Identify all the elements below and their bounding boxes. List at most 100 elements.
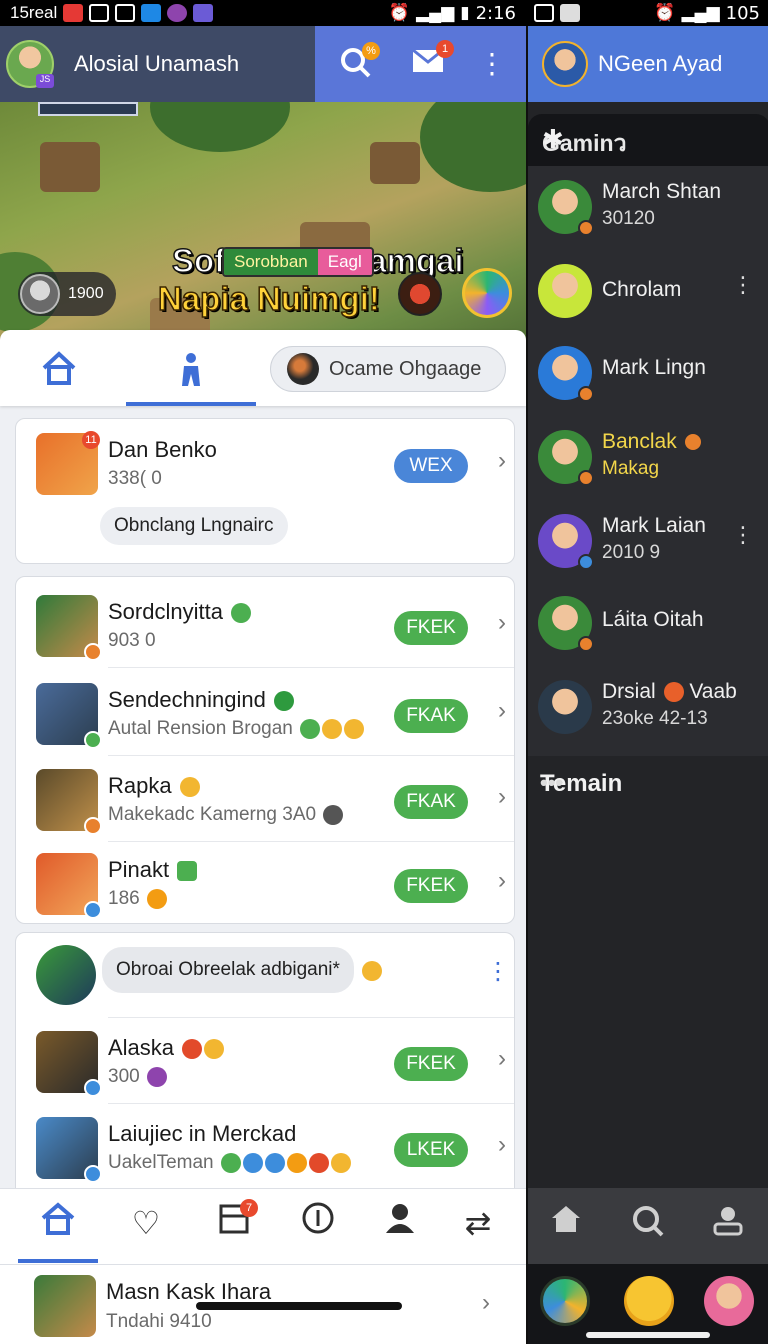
avatar	[36, 683, 102, 749]
avatar	[34, 1275, 96, 1337]
user-block[interactable]: JS Alosial Unamash	[0, 26, 315, 102]
avatar[interactable]	[704, 1276, 754, 1326]
avatar	[538, 346, 594, 402]
emote-button[interactable]	[398, 272, 442, 316]
game-banner[interactable]: Sofile ik Rlalamgai Napia Nuimgi! Sorobb…	[0, 102, 526, 356]
side-nav	[528, 1188, 768, 1264]
side-dock	[528, 1264, 768, 1344]
score-chip[interactable]: 1900	[18, 272, 116, 316]
player-meta: 903 0	[108, 630, 156, 651]
profile-icon[interactable]	[708, 1204, 748, 1244]
player-name: Alaska	[108, 1035, 225, 1061]
friend-item[interactable]: Chrolam ⋮	[528, 250, 768, 334]
chevron-right-icon[interactable]: ›	[498, 609, 506, 637]
player-name: Pinakt	[108, 857, 198, 883]
list-item[interactable]: Laiujiec in Merckad UakelTeman LKEK ›	[16, 1103, 516, 1189]
notif-icon	[141, 4, 162, 22]
main-pane: JS Alosial Unamash % 1 ⋮ Sofile ik	[0, 26, 526, 1344]
fire-icon	[179, 777, 200, 798]
list-item[interactable]: Sendechningind Autal Rension Brogan FKAK…	[16, 669, 516, 755]
side-panel: NGeen Ayad Gaminว ✱ March Shtan 30120 Ch…	[526, 26, 768, 1344]
tab-home[interactable]	[40, 350, 78, 395]
friend-item[interactable]: Drsial Vaab 23oke 42-13	[528, 666, 768, 750]
action-button[interactable]: WEX	[394, 449, 468, 483]
app-root: 15real ⏰ ▂▄▆ ▮ 2:16 ⏰ ▂▄▆ 105 JS Alosial…	[0, 0, 768, 1344]
share-icon[interactable]: ⇄	[456, 1201, 500, 1245]
signal-icon: ▂▄▆	[681, 3, 720, 22]
player-name: Laiujiec in Merckad	[108, 1121, 297, 1146]
emoji-icon[interactable]	[624, 1276, 674, 1326]
more-icon[interactable]: ⋮	[474, 46, 510, 82]
action-button[interactable]: FKAK	[394, 785, 468, 819]
list-item[interactable]: Sordclnyitta 903 0 FKEK ›	[16, 581, 516, 667]
avatar[interactable]: JS	[6, 40, 54, 88]
list-item[interactable]: 11 Dan Benko 338( 0 WEX ›	[16, 419, 516, 505]
list-item[interactable]: Rapka Makekadc Kamerng 3A0 FKAK ›	[16, 755, 516, 841]
friend-item[interactable]: Mark Lingn	[528, 332, 768, 416]
friend-item[interactable]: Banclak Makag	[528, 416, 768, 500]
section-header: Gaminว ✱	[528, 114, 768, 166]
player-meta: Makekadc Kamerng 3A0	[108, 804, 344, 826]
list-item[interactable]: Pinakt 186 FKEK ›	[16, 839, 516, 925]
more-icon[interactable]: ⋮	[732, 522, 754, 548]
avatar	[538, 430, 594, 486]
friend-item[interactable]: Mark Laian 2010 9 ⋮	[528, 500, 768, 584]
profile-icon[interactable]	[378, 1201, 422, 1245]
friends-icon[interactable]: ♡	[124, 1201, 168, 1245]
mode-pill[interactable]: Sorobban Eagl	[222, 247, 374, 277]
friend-meta: 30120	[602, 208, 655, 229]
player-meta: UakelTeman	[108, 1152, 351, 1174]
notif-icon	[115, 4, 136, 22]
home-icon[interactable]	[36, 1201, 80, 1245]
list-item[interactable]: Alaska 300 FKEK ›	[16, 1017, 516, 1103]
player-meta: Tndahi 9410	[106, 1311, 212, 1332]
action-button[interactable]: FKEK	[394, 611, 468, 645]
home-icon[interactable]	[546, 1204, 586, 1244]
chevron-right-icon[interactable]: ›	[498, 447, 506, 475]
chevron-right-icon[interactable]: ›	[498, 783, 506, 811]
score-value: 1900	[68, 285, 104, 302]
more-icon[interactable]: ⋮	[486, 957, 510, 986]
search-icon[interactable]	[628, 1204, 668, 1244]
player-meta: Autal Rension Brogan	[108, 718, 365, 740]
health-bar	[38, 102, 138, 116]
home-indicator	[196, 1302, 402, 1310]
chevron-right-icon[interactable]: ›	[498, 867, 506, 895]
friend-item[interactable]: Láita Oitah	[528, 582, 768, 666]
gear-icon[interactable]: ✱	[542, 124, 756, 155]
more-icon[interactable]: •••	[540, 770, 758, 796]
chevron-right-icon[interactable]: ›	[498, 697, 506, 725]
friend-item[interactable]: March Shtan 30120	[528, 166, 768, 250]
search-icon[interactable]: %	[338, 42, 380, 82]
online-icon	[231, 603, 252, 624]
action-button[interactable]: FKEK	[394, 869, 468, 903]
action-button[interactable]: LKEK	[394, 1133, 468, 1167]
alarm-icon: ⏰	[388, 3, 411, 22]
tab-players[interactable]	[172, 350, 210, 397]
inventory-icon[interactable]: 7	[212, 1199, 258, 1245]
side-panel-header[interactable]: NGeen Ayad	[528, 26, 768, 102]
chevron-right-icon[interactable]: ›	[498, 1045, 506, 1073]
more-icon[interactable]: ⋮	[732, 272, 754, 298]
chevron-right-icon[interactable]: ›	[482, 1289, 490, 1317]
avatar[interactable]	[542, 41, 588, 87]
action-button[interactable]: FKEK	[394, 1047, 468, 1081]
info-icon[interactable]	[296, 1201, 340, 1245]
friend-name: Drsial Vaab	[602, 680, 737, 703]
mode-pill-right: Eagl	[317, 249, 372, 275]
game-icon	[287, 353, 319, 385]
action-button[interactable]: FKAK	[394, 699, 468, 733]
player-name: Sendechningind	[108, 687, 294, 713]
notif-icon	[560, 4, 580, 22]
status-chip[interactable]: Obnclang Lngnairc	[100, 507, 288, 545]
chevron-right-icon[interactable]: ›	[498, 1131, 506, 1159]
share-button[interactable]	[462, 268, 512, 318]
game-search[interactable]: Ocame Ohgaage	[270, 346, 506, 392]
tab-indicator	[126, 402, 256, 406]
mail-icon[interactable]: 1	[410, 40, 454, 82]
message-bubble[interactable]: Obroai Obreelak adbigani*	[102, 947, 354, 993]
app-icon[interactable]	[540, 1276, 590, 1326]
mail-badge: 1	[436, 40, 454, 58]
notif-icon	[193, 4, 214, 22]
avatar	[36, 769, 102, 835]
